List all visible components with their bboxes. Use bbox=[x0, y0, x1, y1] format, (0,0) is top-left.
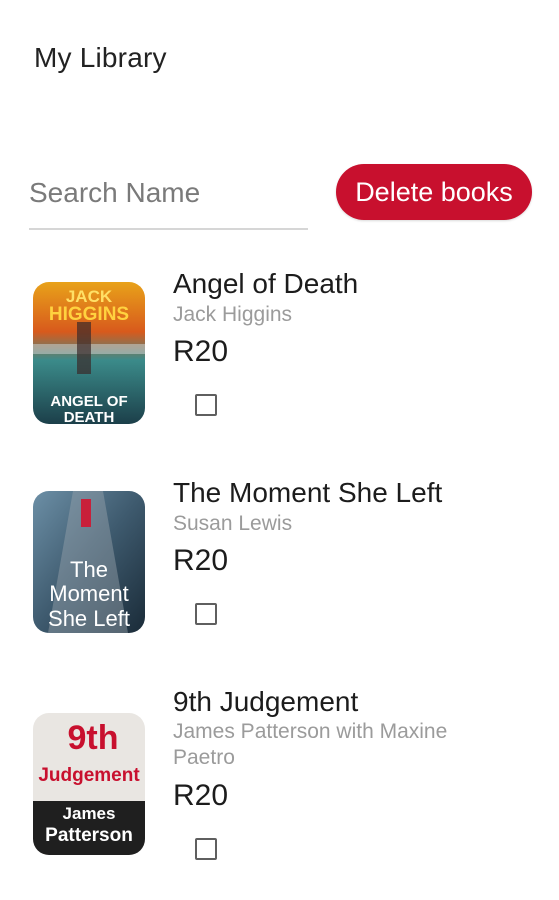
search-field[interactable] bbox=[29, 168, 308, 230]
cover-text: Patterson bbox=[45, 825, 133, 846]
cover-text: ANGEL OF bbox=[50, 393, 127, 410]
book-title: The Moment She Left bbox=[173, 477, 443, 508]
book-cover-image: 9th Judgement James Patterson bbox=[33, 713, 145, 855]
book-author: James Patterson with Maxine Paetro bbox=[173, 720, 448, 769]
book-author: Jack Higgins bbox=[173, 303, 293, 326]
search-input[interactable] bbox=[29, 168, 308, 218]
book-price: R20 bbox=[173, 779, 229, 812]
page-title: My Library bbox=[34, 42, 167, 73]
book-price: R20 bbox=[173, 335, 229, 368]
cover-text: Moment bbox=[49, 581, 128, 606]
cover-text: 9th bbox=[68, 719, 119, 757]
book-price: R20 bbox=[173, 544, 229, 577]
book-title: 9th Judgement bbox=[173, 686, 359, 717]
select-book-checkbox[interactable] bbox=[195, 394, 217, 416]
select-book-checkbox[interactable] bbox=[195, 603, 217, 625]
cover-text: The bbox=[70, 557, 108, 582]
cover-text: James bbox=[63, 804, 116, 823]
book-title: Angel of Death bbox=[173, 268, 359, 299]
book-cover-image: The Moment She Left bbox=[33, 491, 145, 633]
cover-text: Judgement bbox=[38, 765, 140, 786]
book-author: Susan Lewis bbox=[173, 512, 293, 535]
cover-text: HIGGINS bbox=[49, 304, 129, 325]
select-book-checkbox[interactable] bbox=[195, 838, 217, 860]
cover-text: DEATH bbox=[64, 409, 115, 424]
cover-text: She Left bbox=[48, 606, 130, 631]
book-cover-image: JACK HIGGINS ANGEL OF DEATH bbox=[33, 282, 145, 424]
delete-books-button[interactable]: Delete books bbox=[336, 164, 532, 220]
